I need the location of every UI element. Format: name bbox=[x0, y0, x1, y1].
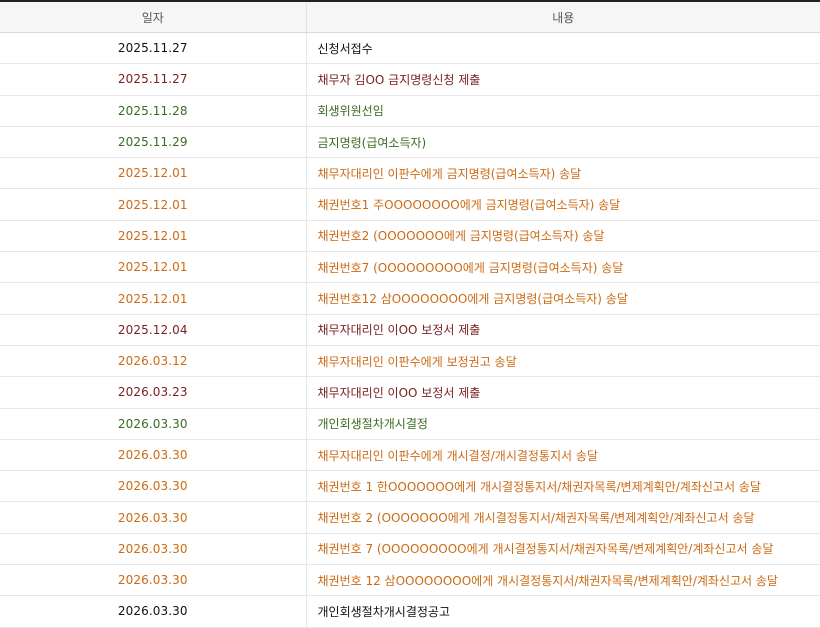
row-content: 개인회생절차개시결정공고 bbox=[306, 595, 820, 628]
row-content: 채권번호 1 한OOOOOOO에게 개시결정통지서/채권자목록/변제계획안/계좌… bbox=[306, 470, 820, 503]
row-content: 채무자대리인 이OO 보정서 제출 bbox=[306, 314, 820, 346]
row-content: 채무자대리인 이판수에게 금지명령(급여소득자) 송달 bbox=[306, 157, 820, 190]
row-content: 채권번호1 주OOOOOOOO에게 금지명령(급여소득자) 송달 bbox=[306, 188, 820, 221]
table-row: 2025.11.27 채무자 김OO 금지명령신청 제출 bbox=[0, 63, 820, 96]
row-date: 2026.03.30 bbox=[0, 564, 307, 597]
row-date: 2025.12.01 bbox=[0, 220, 307, 253]
table-row: 2025.11.28 회생위원선임 bbox=[0, 95, 820, 127]
row-content: 채권번호2 (OOOOOOO에게 금지명령(급여소득자) 송달 bbox=[306, 220, 820, 253]
content-column-header: 내용 bbox=[306, 2, 820, 33]
table-row: 2026.03.30 개인회생절차개시결정 bbox=[0, 408, 820, 440]
row-content: 채권번호 2 (OOOOOOO에게 개시결정통지서/채권자목록/변제계획안/계좌… bbox=[306, 501, 820, 534]
row-content: 채무자대리인 이OO 보정서 제출 bbox=[306, 376, 820, 409]
table-row: 2025.11.29 금지명령(급여소득자) bbox=[0, 126, 820, 159]
table-row: 2026.03.30 채권번호 2 (OOOOOOO에게 개시결정통지서/채권자목… bbox=[0, 501, 820, 534]
row-date: 2026.03.23 bbox=[0, 376, 307, 409]
row-content: 개인회생절차개시결정 bbox=[306, 408, 820, 440]
row-content: 채권번호 7 (OOOOOOOOO에게 개시결정통지서/채권자목록/변제계획안/… bbox=[306, 533, 820, 566]
table-row: 2026.03.30 개인회생절차개시결정공고 bbox=[0, 595, 820, 628]
row-date: 2026.03.30 bbox=[0, 533, 307, 566]
row-content: 채무자 김OO 금지명령신청 제출 bbox=[306, 63, 820, 96]
row-content: 채권번호7 (OOOOOOOOO에게 금지명령(급여소득자) 송달 bbox=[306, 251, 820, 284]
row-date: 2025.12.04 bbox=[0, 314, 307, 346]
row-date: 2025.11.28 bbox=[0, 95, 307, 127]
table-row: 2025.11.27 신청서접수 bbox=[0, 32, 820, 65]
table-row: 2026.03.12 채무자대리인 이판수에게 보정권고 송달 bbox=[0, 345, 820, 378]
table-row: 2025.12.01 채권번호2 (OOOOOOO에게 금지명령(급여소득자) 송… bbox=[0, 220, 820, 253]
row-date: 2026.03.30 bbox=[0, 470, 307, 503]
row-content: 채무자대리인 이판수에게 개시결정/개시결정통지서 송달 bbox=[306, 439, 820, 472]
row-date: 2025.11.27 bbox=[0, 63, 307, 96]
row-date: 2026.03.30 bbox=[0, 501, 307, 534]
row-content: 채권번호12 삼OOOOOOOO에게 금지명령(급여소득자) 송달 bbox=[306, 282, 820, 315]
table-row: 2026.03.30 채무자대리인 이판수에게 개시결정/개시결정통지서 송달 bbox=[0, 439, 820, 472]
table-body: 2025.11.27 신청서접수 2025.11.27 채무자 김OO 금지명령신청 … bbox=[0, 32, 820, 628]
table-row: 2025.12.01 채권번호7 (OOOOOOOOO에게 금지명령(급여소득자)… bbox=[0, 251, 820, 284]
row-date: 2026.03.12 bbox=[0, 345, 307, 378]
table-row: 2025.12.04 채무자대리인 이OO 보정서 제출 bbox=[0, 314, 820, 346]
row-content: 금지명령(급여소득자) bbox=[306, 126, 820, 159]
table-header: 일자 내용 bbox=[0, 2, 820, 33]
row-date: 2025.11.29 bbox=[0, 126, 307, 159]
row-content: 채무자대리인 이판수에게 보정권고 송달 bbox=[306, 345, 820, 378]
case-history-table: 일자 내용 2025.11.27 신청서접수 2025.11.27 채무자 김OO 금… bbox=[0, 2, 820, 628]
row-date: 2025.12.01 bbox=[0, 157, 307, 190]
table-row: 2026.03.30 채권번호 12 삼OOOOOOOO에게 개시결정통지서/채권… bbox=[0, 564, 820, 597]
row-date: 2026.03.30 bbox=[0, 408, 307, 440]
row-date: 2025.11.27 bbox=[0, 32, 307, 65]
row-content: 채권번호 12 삼OOOOOOOO에게 개시결정통지서/채권자목록/변제계획안/… bbox=[306, 564, 820, 597]
row-date: 2025.12.01 bbox=[0, 282, 307, 315]
row-content: 회생위원선임 bbox=[306, 95, 820, 127]
table-row: 2026.03.30 채권번호 7 (OOOOOOOOO에게 개시결정통지서/채권… bbox=[0, 533, 820, 566]
table-row: 2026.03.23 채무자대리인 이OO 보정서 제출 bbox=[0, 376, 820, 409]
row-date: 2025.12.01 bbox=[0, 251, 307, 284]
table-row: 2026.03.30 채권번호 1 한OOOOOOO에게 개시결정통지서/채권자목… bbox=[0, 470, 820, 503]
table-row: 2025.12.01 채권번호1 주OOOOOOOO에게 금지명령(급여소득자) … bbox=[0, 188, 820, 221]
table-row: 2025.12.01 채무자대리인 이판수에게 금지명령(급여소득자) 송달 bbox=[0, 157, 820, 190]
table-row: 2025.12.01 채권번호12 삼OOOOOOOO에게 금지명령(급여소득자)… bbox=[0, 282, 820, 315]
header-row: 일자 내용 bbox=[0, 2, 820, 33]
row-date: 2026.03.30 bbox=[0, 595, 307, 628]
row-date: 2026.03.30 bbox=[0, 439, 307, 472]
row-content: 신청서접수 bbox=[306, 32, 820, 65]
date-column-header: 일자 bbox=[0, 2, 307, 33]
row-date: 2025.12.01 bbox=[0, 188, 307, 221]
